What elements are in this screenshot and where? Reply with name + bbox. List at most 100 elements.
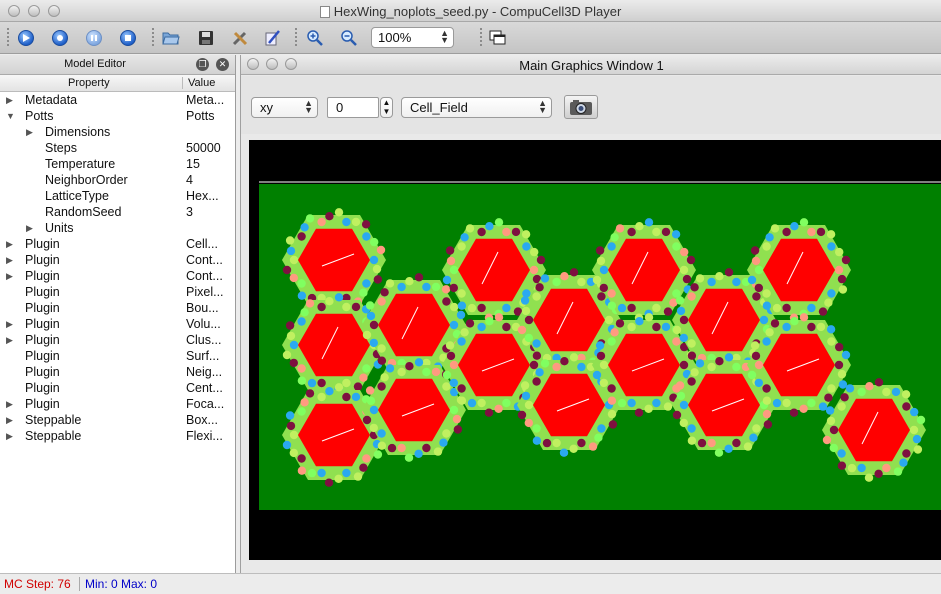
zoom-out-button[interactable]	[339, 28, 359, 48]
field-select[interactable]: Cell_Field ▲ ▼	[401, 97, 552, 118]
tree-row-value[interactable]: Cent...	[186, 380, 234, 396]
cell-pixel	[285, 236, 295, 245]
cell-pixel	[847, 463, 857, 473]
disclosure-closed-icon[interactable]: ▶	[6, 428, 13, 444]
tree-row-value[interactable]: 4	[186, 172, 234, 188]
disclosure-open-icon[interactable]: ▼	[6, 108, 15, 124]
tree-row[interactable]: Plugin Cent...	[0, 380, 235, 396]
disclosure-closed-icon[interactable]: ▶	[6, 268, 13, 284]
float-dock-icon[interactable]: ❐	[196, 58, 209, 71]
tree-row[interactable]: ▶ Metadata Meta...	[0, 92, 235, 108]
toolbar-grip[interactable]	[152, 28, 156, 46]
new-graphics-window-button[interactable]	[488, 28, 508, 48]
tree-row[interactable]: Plugin Surf...	[0, 348, 235, 364]
tree-row[interactable]: Plugin Pixel...	[0, 284, 235, 300]
toolbar-grip[interactable]	[480, 28, 484, 46]
cell-pixel	[672, 410, 682, 420]
tree-row[interactable]: ▶ Plugin Foca...	[0, 396, 235, 412]
plane-value: xy	[260, 100, 273, 115]
tree-row[interactable]: ▶ Steppable Flexi...	[0, 428, 235, 444]
tree-row-value[interactable]: 3	[186, 204, 234, 220]
tree-row[interactable]: Steps 50000	[0, 140, 235, 156]
zoom-select[interactable]: 100% ▲ ▼	[371, 27, 454, 48]
value-column-header[interactable]: Value	[182, 77, 215, 89]
tree-row-value[interactable]: Flexi...	[186, 428, 234, 444]
tree-row[interactable]: LatticeType Hex...	[0, 188, 235, 204]
position-spinbox[interactable]: 0	[327, 97, 379, 118]
tree-row-value[interactable]: Pixel...	[186, 284, 234, 300]
tree-row[interactable]: Plugin Neig...	[0, 364, 235, 380]
tree-row-value[interactable]: Cell...	[186, 236, 234, 252]
save-button[interactable]	[196, 28, 216, 48]
position-stepper[interactable]: ▲ ▼	[380, 97, 393, 118]
tree-row[interactable]: ▶ Plugin Cont...	[0, 268, 235, 284]
disclosure-closed-icon[interactable]: ▶	[6, 332, 13, 348]
chevron-updown-icon: ▲ ▼	[304, 98, 313, 115]
tree-row-property: Plugin	[25, 253, 60, 267]
cell-pixel	[422, 282, 431, 292]
property-column-header[interactable]: Property	[68, 77, 110, 89]
disclosure-closed-icon[interactable]: ▶	[26, 220, 33, 236]
cell-field-view[interactable]	[249, 140, 941, 560]
edit-button[interactable]	[262, 28, 282, 48]
cell-pixel	[285, 321, 295, 330]
disclosure-closed-icon[interactable]: ▶	[6, 252, 13, 268]
cell-pixel	[826, 416, 836, 426]
tree-row[interactable]: ▼ Potts Potts	[0, 108, 235, 124]
cell-pixel	[686, 255, 696, 265]
disclosure-closed-icon[interactable]: ▶	[6, 412, 13, 428]
toolbar-grip[interactable]	[7, 28, 11, 46]
cell-pixel	[362, 232, 371, 241]
tree-row-value[interactable]: Volu...	[186, 316, 234, 332]
tools-button[interactable]	[230, 28, 250, 48]
tree-row-value[interactable]: Clus...	[186, 332, 234, 348]
tree-row[interactable]: ▶ Units	[0, 220, 235, 236]
stop-button[interactable]	[118, 28, 138, 48]
open-file-button[interactable]	[161, 28, 181, 48]
tree-row-value[interactable]: Surf...	[186, 348, 234, 364]
play-button[interactable]	[16, 28, 36, 48]
cell-pixel	[838, 285, 848, 294]
tree-row-value[interactable]: Meta...	[186, 92, 234, 108]
cell-pixel	[376, 245, 386, 255]
pause-button[interactable]	[84, 28, 104, 48]
tree-row-value[interactable]: Foca...	[186, 396, 234, 412]
tree-row-value[interactable]: Hex...	[186, 188, 234, 204]
tree-row[interactable]: Temperature 15	[0, 156, 235, 172]
screenshot-button[interactable]	[564, 95, 598, 119]
tree-row-value[interactable]: Cont...	[186, 252, 234, 268]
toolbar-grip[interactable]	[295, 28, 299, 46]
disclosure-closed-icon[interactable]: ▶	[6, 316, 13, 332]
tree-row-value[interactable]: Neig...	[186, 364, 234, 380]
tree-row[interactable]: ▶ Steppable Box...	[0, 412, 235, 428]
close-dock-icon[interactable]: ✕	[216, 58, 229, 71]
tree-row-value[interactable]: Potts	[186, 108, 234, 124]
disclosure-closed-icon[interactable]: ▶	[6, 236, 13, 252]
cell-pixel	[289, 448, 298, 458]
tree-row[interactable]: ▶ Dimensions	[0, 124, 235, 140]
tree-row-value[interactable]: 15	[186, 156, 234, 172]
tree-row[interactable]: Plugin Bou...	[0, 300, 235, 316]
tree-row-value[interactable]: 50000	[186, 140, 234, 156]
tree-row-value[interactable]: Cont...	[186, 268, 234, 284]
tree-row-value[interactable]: Box...	[186, 412, 234, 428]
tree-row[interactable]: RandomSeed 3	[0, 204, 235, 220]
tree-row[interactable]: ▶ Plugin Volu...	[0, 316, 235, 332]
step-button[interactable]	[50, 28, 70, 48]
tree-row-property: Plugin	[25, 269, 60, 283]
tree-row[interactable]: ▶ Plugin Clus...	[0, 332, 235, 348]
disclosure-closed-icon[interactable]: ▶	[26, 124, 33, 140]
tree-row-property: Plugin	[25, 237, 60, 251]
tree-row[interactable]: ▶ Plugin Cont...	[0, 252, 235, 268]
disclosure-closed-icon[interactable]: ▶	[6, 92, 13, 108]
tree-row-value[interactable]: Bou...	[186, 300, 234, 316]
tree-row[interactable]: ▶ Plugin Cell...	[0, 236, 235, 252]
disclosure-closed-icon[interactable]: ▶	[6, 396, 13, 412]
tree-row[interactable]: NeighborOrder 4	[0, 172, 235, 188]
plane-select[interactable]: xy ▲ ▼	[251, 97, 318, 118]
zoom-in-button[interactable]	[305, 28, 325, 48]
cell-pixel	[732, 438, 741, 448]
graphics-canvas[interactable]	[249, 140, 941, 560]
cell-pixel	[912, 434, 922, 444]
cell-pixel	[682, 274, 692, 284]
